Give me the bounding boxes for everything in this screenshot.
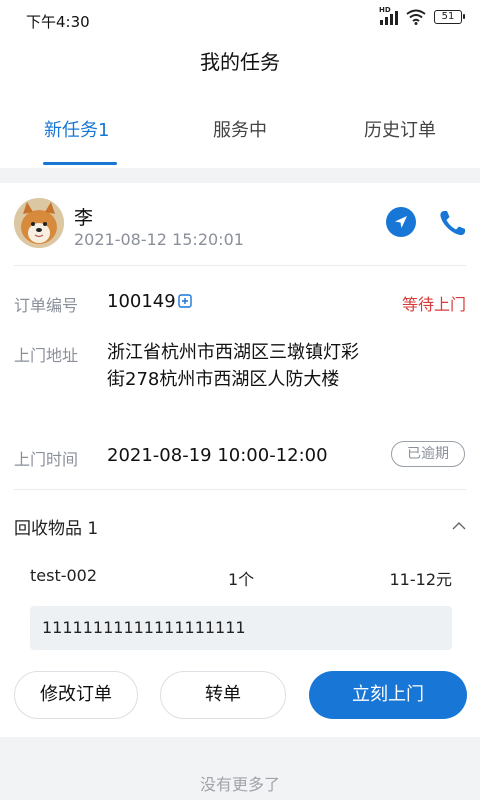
- divider: [14, 489, 466, 490]
- chevron-up-icon[interactable]: [452, 521, 466, 530]
- visit-time: 2021-08-19 10:00-12:00: [107, 445, 328, 466]
- status-time: 下午4:30: [26, 13, 90, 31]
- order-number-label: 订单编号: [14, 296, 79, 315]
- phone-icon: [440, 211, 465, 236]
- navigation-arrow-icon: [395, 216, 407, 228]
- active-tab-indicator: [43, 162, 117, 165]
- battery-icon: 51: [434, 10, 465, 24]
- tab-history-orders[interactable]: 历史订单: [364, 116, 436, 142]
- nav-bar: 我的任务: [0, 40, 480, 80]
- task-card: 李 2021-08-12 15:20:01 订单编号 100149 等待上门 上…: [0, 183, 480, 737]
- transfer-order-button[interactable]: 转单: [160, 671, 286, 719]
- visit-time-label: 上门时间: [14, 450, 79, 469]
- status-bar: 下午4:30 HD 51: [0, 0, 480, 40]
- modify-order-button[interactable]: 修改订单: [14, 671, 138, 719]
- page-title: 我的任务: [200, 50, 280, 74]
- call-button[interactable]: [436, 207, 470, 239]
- customer-name: 李: [74, 207, 94, 229]
- dog-avatar-image: [14, 198, 64, 248]
- battery-level: 51: [441, 11, 455, 22]
- copy-icon[interactable]: [178, 294, 192, 308]
- overdue-badge: 已逾期: [391, 441, 465, 467]
- tab-bar: 新任务1 服务中 历史订单: [0, 80, 480, 168]
- item-price: 11-12元: [389, 570, 453, 589]
- item-quantity: 1个: [228, 570, 255, 589]
- tab-in-service[interactable]: 服务中: [213, 116, 267, 142]
- divider: [14, 265, 466, 266]
- item-name: test-002: [30, 566, 98, 585]
- tab-new-tasks[interactable]: 新任务1: [44, 116, 109, 142]
- visit-now-button[interactable]: 立刻上门: [309, 671, 467, 719]
- no-more-text: 没有更多了: [199, 775, 280, 794]
- recycle-items-title: 回收物品 1: [14, 519, 99, 539]
- order-created-time: 2021-08-12 15:20:01: [74, 230, 244, 249]
- signal-icon: HD: [379, 6, 398, 25]
- wifi-icon: [406, 9, 426, 25]
- status-icons: HD 51: [379, 6, 465, 25]
- order-remark: 11111111111111111111: [30, 606, 452, 650]
- order-number: 100149: [107, 291, 176, 312]
- navigate-button[interactable]: [386, 207, 416, 237]
- visit-address: 浙江省杭州市西湖区三墩镇灯彩街278杭州市西湖区人防大楼: [107, 342, 359, 390]
- order-status: 等待上门: [401, 295, 466, 314]
- avatar: [14, 198, 64, 248]
- address-label: 上门地址: [14, 346, 79, 365]
